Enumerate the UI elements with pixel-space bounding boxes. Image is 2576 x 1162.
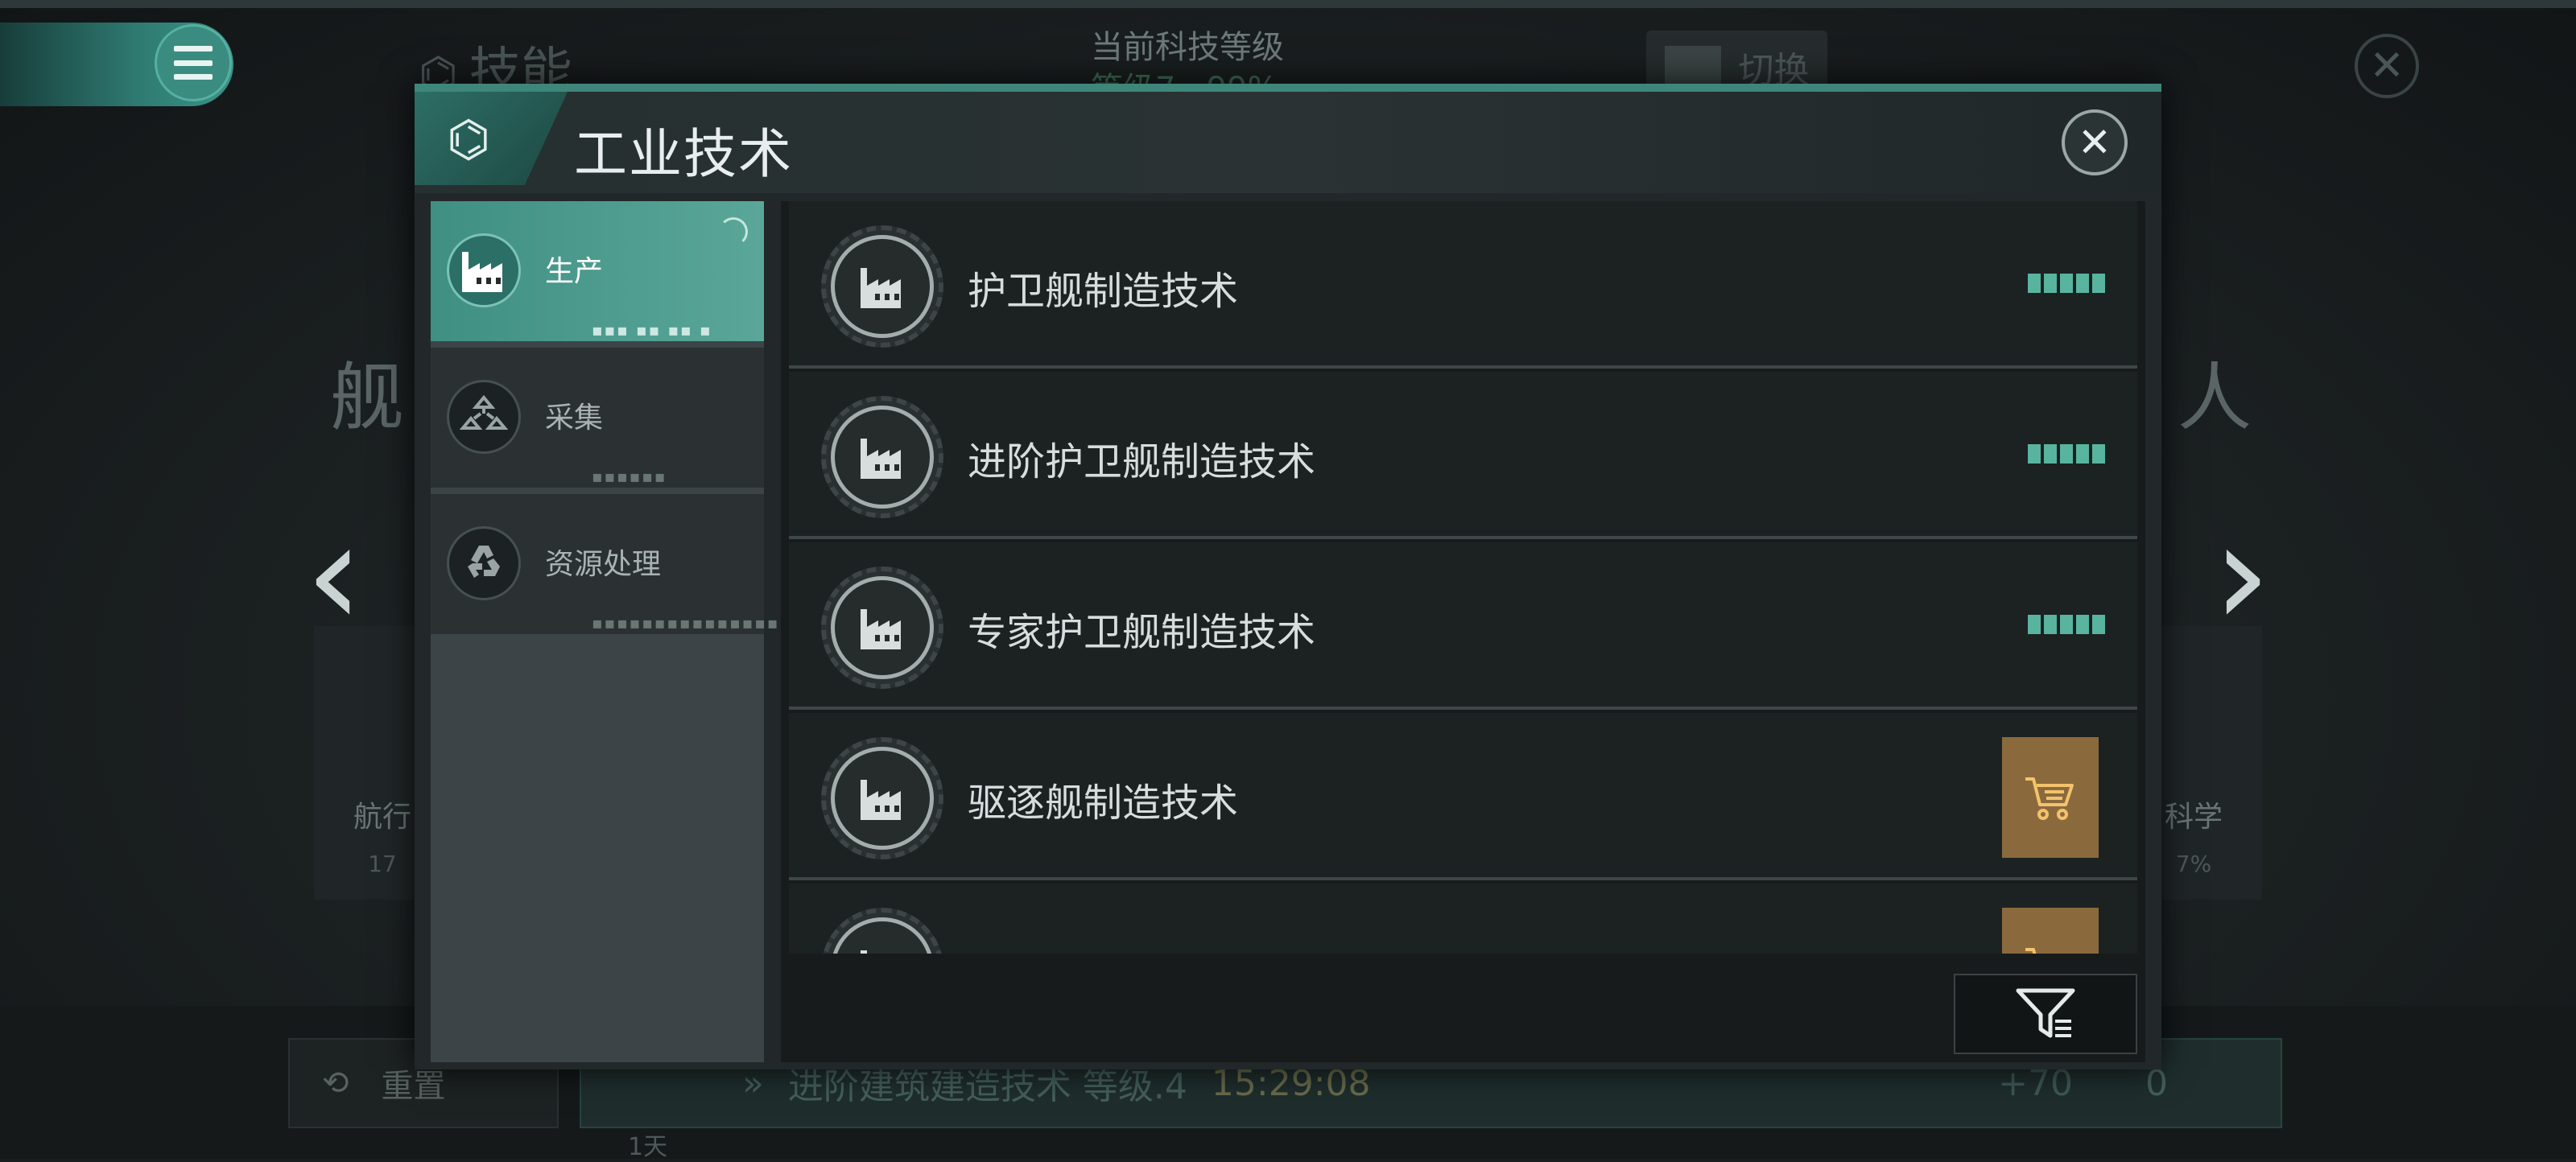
tech-medal — [821, 396, 943, 518]
tech-list[interactable]: 护卫舰制造技术 进阶护卫舰制造技术 专家护卫舰制造技术 驱逐舰制造技术 — [781, 201, 2145, 954]
tech-name: 驱逐舰制造技术 — [968, 781, 1239, 826]
category-progress-dots: ▪▪▪ ▪▪ ▪▪ ▪ — [592, 320, 712, 340]
level-pips — [2028, 615, 2105, 634]
dna-icon: ⌬ — [447, 109, 491, 168]
tech-medal — [821, 908, 943, 954]
header-badge: ⌬ — [415, 92, 568, 185]
next-arrow-icon[interactable]: › — [2198, 503, 2286, 648]
tech-name: 进阶护卫舰制造技术 — [968, 439, 1316, 484]
top-bar — [0, 0, 2576, 8]
factory-icon — [831, 406, 934, 509]
buy-button[interactable] — [2002, 737, 2099, 858]
factory-icon — [831, 235, 934, 338]
tech-row[interactable]: 进阶护卫舰制造技术 — [789, 372, 2137, 539]
left-category-text: 舰 — [330, 355, 405, 441]
close-button[interactable]: ✕ — [2062, 109, 2128, 175]
shopping-cart-icon — [2025, 948, 2037, 954]
tech-row[interactable]: 专家护卫舰制造技术 — [789, 542, 2137, 710]
loading-spinner-icon — [719, 217, 748, 246]
category-tab-1[interactable]: 采集 ▪▪▪▪▪▪ — [431, 348, 764, 491]
tech-row[interactable]: 护卫舰制造技术 — [789, 201, 2137, 369]
level-pips — [2028, 274, 2105, 293]
dialog-title: 工业技术 — [574, 123, 793, 185]
category-label: 生产 — [545, 255, 604, 288]
tech-name: 专家护卫舰制造技术 — [968, 610, 1316, 655]
tech-level-label: 当前科技等级 — [1091, 29, 1284, 66]
day-label: 1天 — [628, 1133, 668, 1161]
category-sidebar: 生产 ▪▪▪ ▪▪ ▪▪ ▪ 采集 ▪▪▪▪▪▪ 资源处理 ▪▪▪▪▪▪▪▪▪▪… — [431, 201, 828, 1062]
tech-row[interactable] — [789, 884, 2137, 954]
main-menu-button[interactable] — [155, 24, 232, 101]
category-label: 资源处理 — [545, 548, 662, 581]
tech-row[interactable]: 驱逐舰制造技术 — [789, 713, 2137, 880]
tech-name: 护卫舰制造技术 — [968, 269, 1239, 314]
collect-icon — [447, 380, 521, 454]
factory-icon — [831, 747, 934, 850]
category-tab-2[interactable]: 资源处理 ▪▪▪▪▪▪▪▪▪▪▪▪▪▪▪▪▪▪▪ — [431, 494, 828, 637]
hamburger-icon — [174, 46, 213, 80]
factory-icon — [831, 917, 934, 954]
dialog-header: ⌬ 工业技术 ✕ — [415, 92, 2161, 193]
tech-medal — [821, 225, 943, 348]
tech-medal — [821, 737, 943, 859]
factory-icon — [447, 233, 521, 307]
category-tab-0[interactable]: 生产 ▪▪▪ ▪▪ ▪▪ ▪ — [431, 201, 764, 344]
background-close-button[interactable]: ✕ — [2355, 34, 2419, 98]
tech-list-panel: 护卫舰制造技术 进阶护卫舰制造技术 专家护卫舰制造技术 驱逐舰制造技术 — [781, 201, 2145, 1062]
category-progress-dots: ▪▪▪▪▪▪ — [592, 467, 667, 486]
buy-button[interactable] — [2002, 908, 2099, 954]
category-label: 采集 — [545, 402, 604, 435]
prev-arrow-icon[interactable]: ‹ — [290, 503, 378, 648]
industrial-tech-dialog: ⌬ 工业技术 ✕ 生产 ▪▪▪ ▪▪ ▪▪ ▪ 采集 ▪▪▪▪▪▪ 资源处理 ▪… — [415, 84, 2161, 1069]
shopping-cart-icon — [2025, 777, 2074, 820]
close-icon: ✕ — [2078, 119, 2112, 166]
recycle-icon — [447, 526, 521, 600]
reset-icon: ⟲ — [322, 1065, 349, 1102]
factory-icon — [831, 576, 934, 679]
filter-icon — [2016, 988, 2075, 1038]
level-pips — [2028, 444, 2105, 464]
right-category-text: 人 — [2178, 355, 2252, 441]
filter-button[interactable] — [1954, 974, 2137, 1054]
tech-medal — [821, 567, 943, 689]
switch-icon — [1664, 46, 1721, 88]
